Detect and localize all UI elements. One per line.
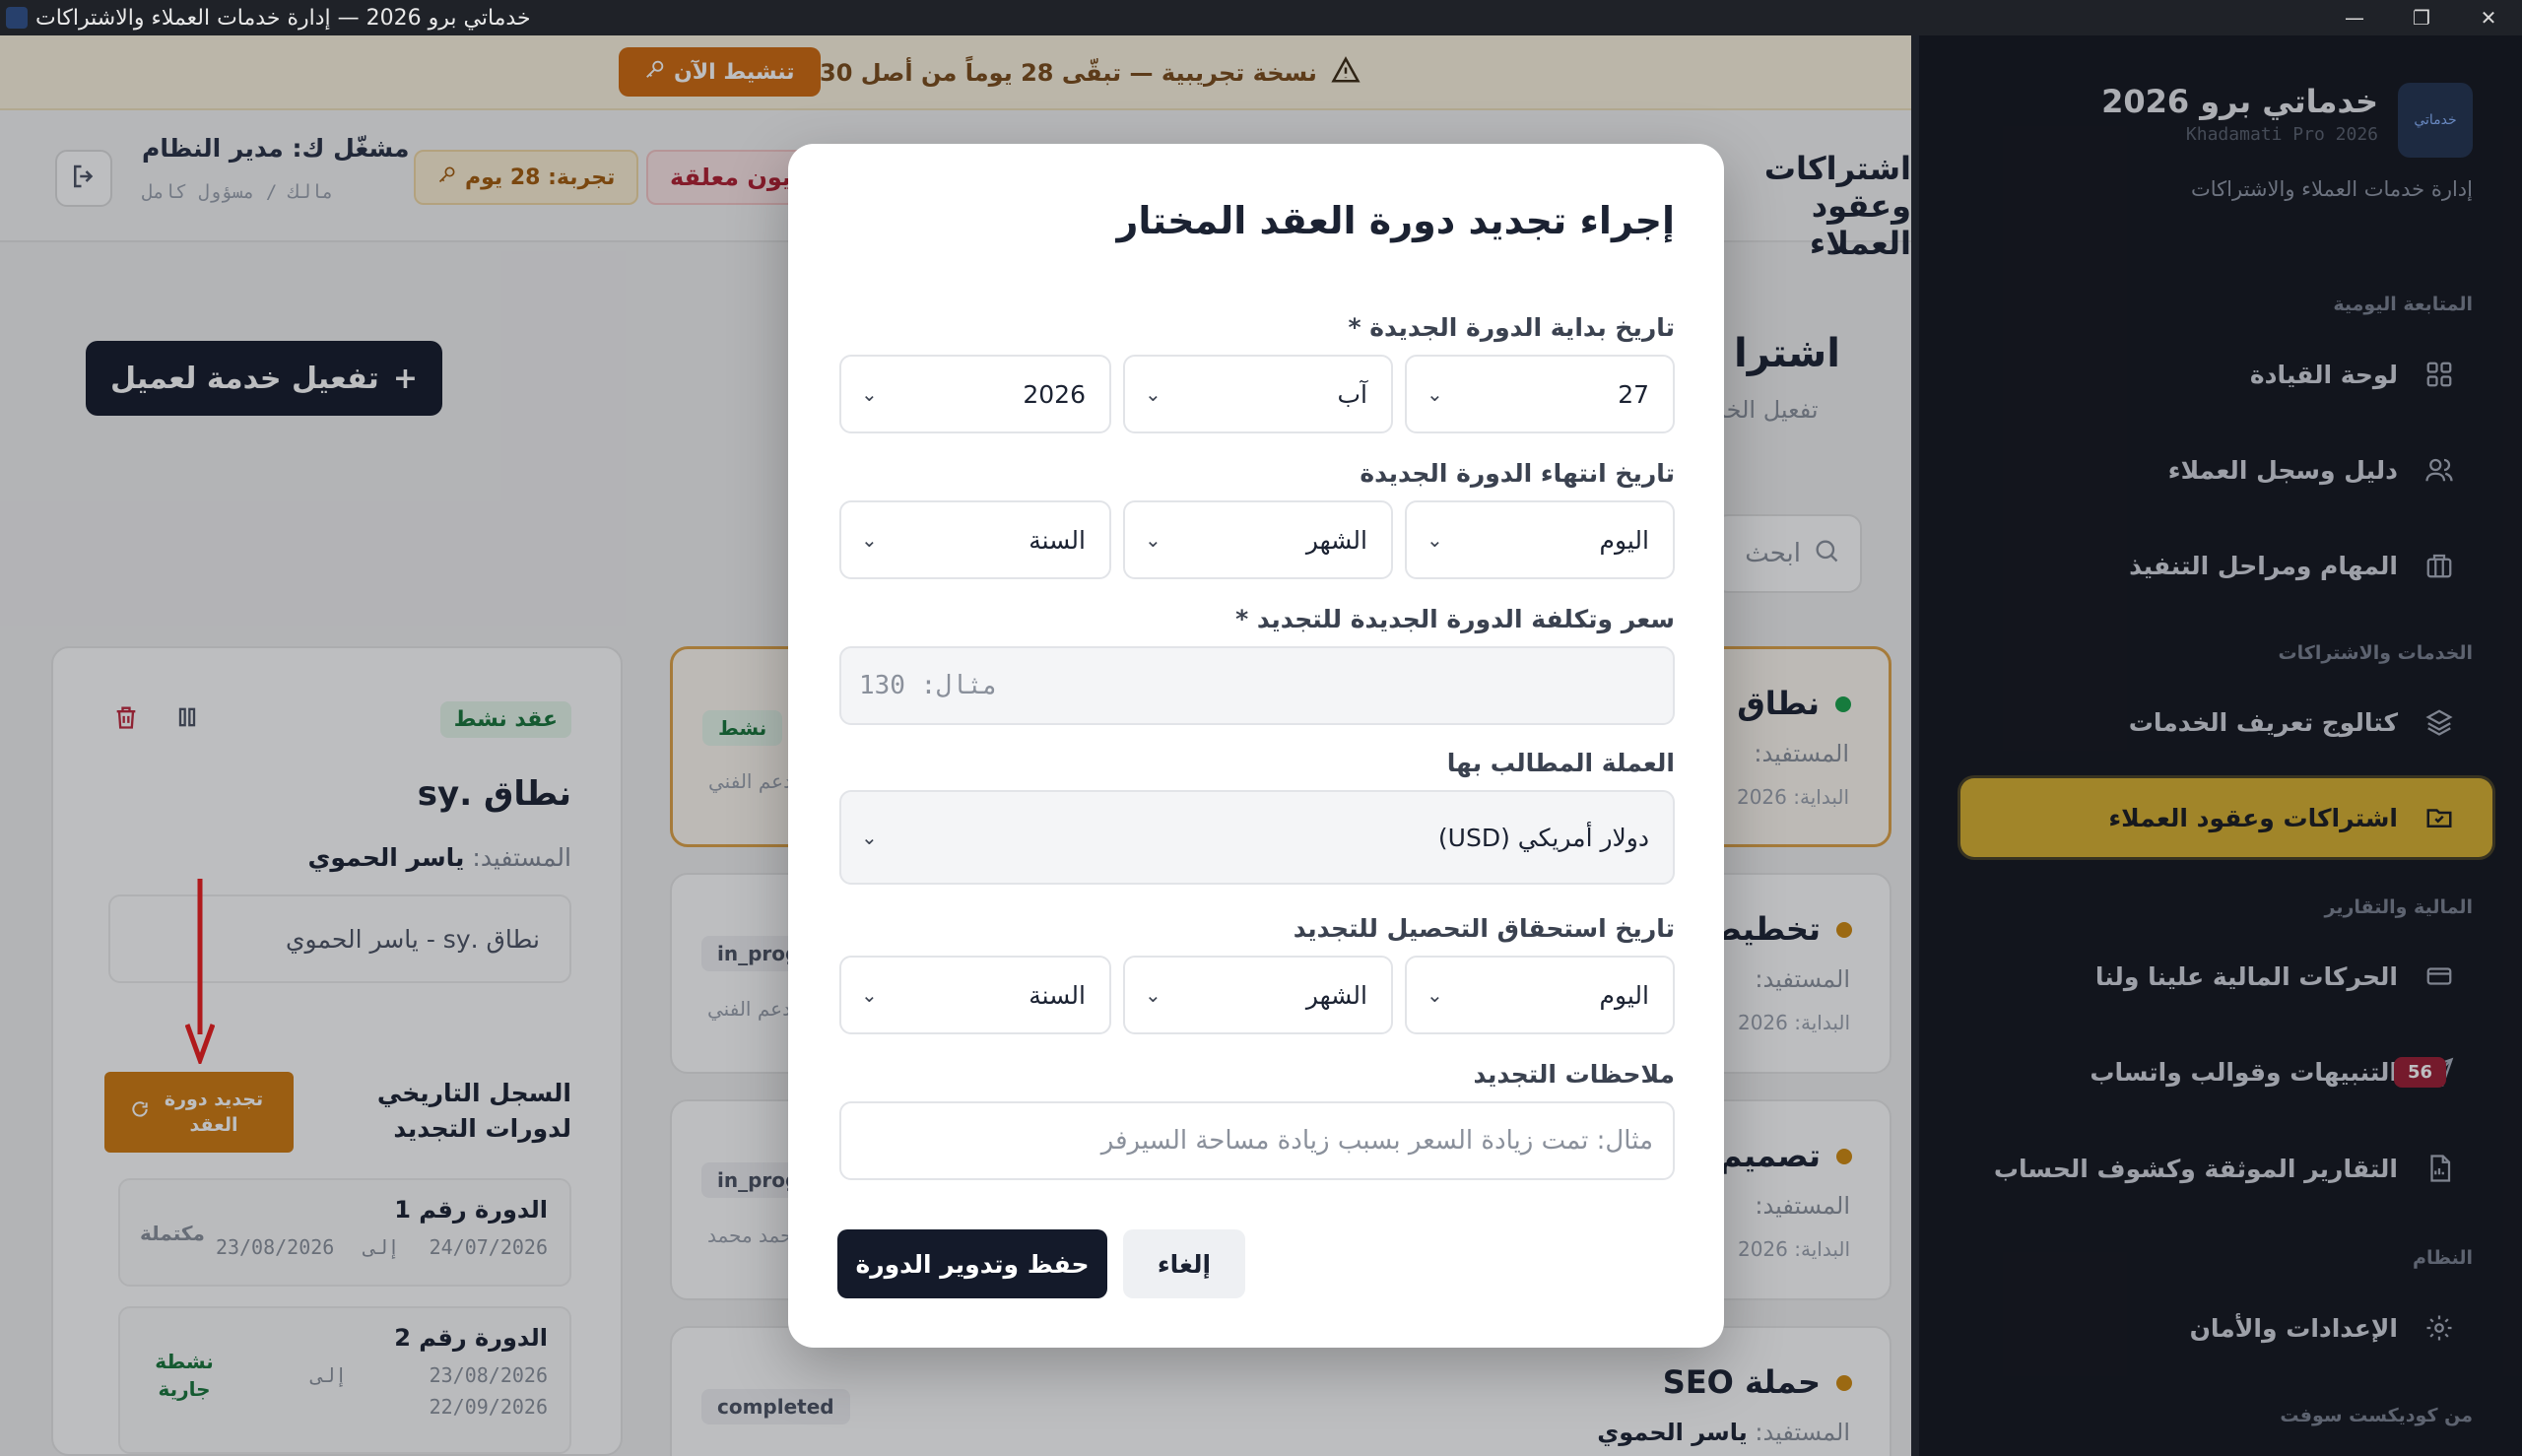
end-day-select[interactable]: اليوم ⌄ [1405,500,1675,579]
chevron-down-icon: ⌄ [1145,983,1161,1007]
end-month-select[interactable]: الشهر ⌄ [1123,500,1393,579]
due-month-placeholder: الشهر [1305,980,1367,1010]
close-button[interactable]: ✕ [2455,0,2522,35]
end-year-select[interactable]: السنة ⌄ [839,500,1111,579]
notes-label: ملاحظات التجديد [1473,1060,1676,1089]
due-date-label: تاريخ استحقاق التحصيل للتجديد [1293,914,1675,943]
price-input[interactable]: مثال: 130 [839,646,1675,725]
chevron-down-icon: ⌄ [861,983,878,1007]
due-year-placeholder: السنة [1029,980,1086,1010]
notes-input[interactable]: مثال: تمت زيادة السعر بسبب زيادة مساحة ا… [839,1101,1675,1180]
chevron-down-icon: ⌄ [861,826,878,849]
chevron-down-icon: ⌄ [1145,382,1161,406]
chevron-down-icon: ⌄ [1427,528,1443,552]
cancel-button[interactable]: إلغاء [1123,1229,1245,1298]
currency-label: العملة المطالب بها [1446,749,1675,777]
end-year-placeholder: السنة [1029,525,1086,555]
chevron-down-icon: ⌄ [861,382,878,406]
currency-value: دولار أمريكي (USD) [1437,823,1649,852]
start-month-value: آب [1337,379,1367,409]
chevron-down-icon: ⌄ [1427,983,1443,1007]
price-label: سعر وتكلفة الدورة الجديدة للتجديد * [1235,605,1675,633]
due-day-placeholder: اليوم [1599,980,1649,1010]
minimize-button[interactable]: — [2321,0,2388,35]
start-day-value: 27 [1618,379,1649,409]
chevron-down-icon: ⌄ [1145,528,1161,552]
window-title-bar: خدماتي برو 2026 — إدارة خدمات العملاء وا… [0,0,2522,35]
renew-cycle-dialog: إجراء تجديد دورة العقد المختار تاريخ بدا… [788,144,1724,1348]
due-month-select[interactable]: الشهر ⌄ [1123,956,1393,1034]
end-month-placeholder: الشهر [1305,525,1367,555]
app-icon [6,7,28,29]
due-year-select[interactable]: السنة ⌄ [839,956,1111,1034]
due-day-select[interactable]: اليوم ⌄ [1405,956,1675,1034]
save-cycle-button[interactable]: حفظ وتدوير الدورة [837,1229,1107,1298]
end-date-label: تاريخ انتهاء الدورة الجديدة [1360,459,1675,488]
start-date-label: تاريخ بداية الدورة الجديدة * [1348,313,1676,342]
chevron-down-icon: ⌄ [861,528,878,552]
start-year-select[interactable]: 2026 ⌄ [839,355,1111,433]
chevron-down-icon: ⌄ [1427,382,1443,406]
end-day-placeholder: اليوم [1599,525,1649,555]
maximize-button[interactable]: ❐ [2388,0,2455,35]
dialog-title: إجراء تجديد دورة العقد المختار [1116,199,1675,242]
currency-select[interactable]: دولار أمريكي (USD) ⌄ [839,790,1675,885]
start-year-value: 2026 [1023,379,1086,409]
start-month-select[interactable]: آب ⌄ [1123,355,1393,433]
start-day-select[interactable]: 27 ⌄ [1405,355,1675,433]
window-title: خدماتي برو 2026 — إدارة خدمات العملاء وا… [35,5,531,31]
